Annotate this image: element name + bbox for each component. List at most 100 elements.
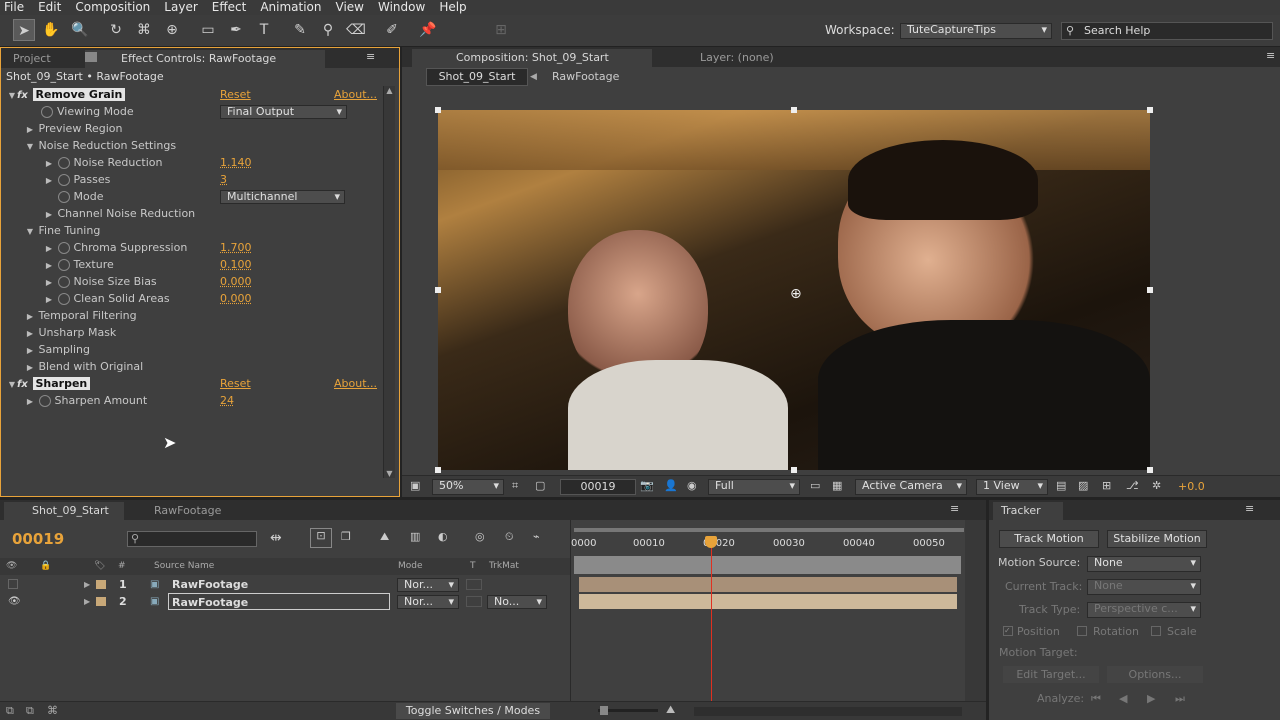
- viewing-mode-dropdown[interactable]: Final Output: [220, 105, 347, 119]
- camera-dropdown[interactable]: Active Camera: [855, 479, 967, 495]
- visibility-toggle[interactable]: [8, 579, 18, 589]
- passes-value[interactable]: 3: [220, 171, 227, 188]
- effect-remove-grain[interactable]: ▼ fx Remove Grain: [7, 86, 383, 103]
- layer-mode-dropdown[interactable]: Nor...: [397, 595, 459, 609]
- chroma-suppression-value[interactable]: 1.700: [220, 239, 252, 256]
- sharpen-amount-value[interactable]: 24: [220, 392, 234, 409]
- preview-region-icon[interactable]: ▣: [410, 479, 420, 492]
- trkmat-dropdown[interactable]: No...: [487, 595, 547, 609]
- layer-switches-icon[interactable]: ⧉: [6, 704, 14, 718]
- exposure-value[interactable]: +0.0: [1178, 480, 1205, 493]
- workspace-dropdown[interactable]: TuteCaptureTips: [900, 23, 1052, 39]
- preserve-transparency-toggle[interactable]: [466, 579, 482, 590]
- motion-blur-icon[interactable]: ◐: [438, 530, 448, 543]
- resolution-dropdown[interactable]: Full: [708, 479, 800, 495]
- scale-checkbox[interactable]: [1151, 626, 1161, 636]
- analyze-back-frame-icon[interactable]: ◀: [1119, 692, 1127, 705]
- scrollbar[interactable]: ▲ ▼: [383, 86, 395, 478]
- layer-name-selected[interactable]: RawFootage: [168, 593, 390, 610]
- channel-noise-reduction-row[interactable]: ▶ Channel Noise Reduction: [44, 205, 195, 222]
- reset-button[interactable]: Reset: [220, 375, 251, 392]
- handle-bm[interactable]: [791, 467, 797, 473]
- roto-brush-icon[interactable]: ✐: [381, 19, 403, 41]
- current-track-dropdown[interactable]: None: [1087, 579, 1201, 595]
- handle-mr[interactable]: [1147, 287, 1153, 293]
- layer-search-input[interactable]: [127, 531, 257, 547]
- timeline-scrollbar[interactable]: [965, 520, 986, 720]
- work-area-bar[interactable]: [574, 528, 964, 532]
- brush-tool-icon[interactable]: ✎: [289, 19, 311, 41]
- texture-value[interactable]: 0.100: [220, 256, 252, 273]
- region-of-interest-icon[interactable]: ▭: [810, 479, 820, 492]
- stopwatch-icon[interactable]: [57, 242, 70, 254]
- stopwatch-icon[interactable]: [57, 191, 70, 203]
- channels-icon[interactable]: ◉: [687, 479, 697, 492]
- rotation-checkbox[interactable]: [1077, 626, 1087, 636]
- menu-composition[interactable]: Composition: [75, 0, 150, 15]
- composition-viewer[interactable]: ⊕: [438, 110, 1150, 470]
- type-tool-icon[interactable]: T: [253, 19, 275, 41]
- noise-size-bias-value[interactable]: 0.000: [220, 273, 252, 290]
- handle-tr[interactable]: [1147, 107, 1153, 113]
- composition-mini-flowchart-icon[interactable]: ⇹: [270, 530, 282, 546]
- menu-file[interactable]: File: [4, 0, 24, 15]
- analyze-forward-all-icon[interactable]: ⏭: [1175, 692, 1185, 706]
- eraser-tool-icon[interactable]: ⌫: [345, 19, 367, 41]
- menu-help[interactable]: Help: [439, 0, 466, 15]
- analyze-back-all-icon[interactable]: ⏮: [1091, 692, 1101, 706]
- current-time-display[interactable]: 00019: [12, 530, 64, 548]
- pen-tool-icon[interactable]: ✒: [225, 19, 247, 41]
- handle-br[interactable]: [1147, 467, 1153, 473]
- view-layout-dropdown[interactable]: 1 View: [976, 479, 1048, 495]
- menu-effect[interactable]: Effect: [212, 0, 247, 15]
- rectangle-tool-icon[interactable]: ▭: [197, 19, 219, 41]
- grid-icon[interactable]: ⌗: [512, 479, 518, 493]
- transparency-grid-icon[interactable]: ▦: [832, 479, 842, 492]
- label-color-icon[interactable]: [96, 597, 106, 606]
- edit-target-button[interactable]: Edit Target...: [1003, 666, 1099, 683]
- blend-with-original-row[interactable]: ▶ Blend with Original: [25, 358, 143, 375]
- exposure-reset-icon[interactable]: ✲: [1152, 479, 1161, 492]
- tab-composition[interactable]: Composition: Shot_09_Start: [412, 49, 652, 67]
- options-button[interactable]: Options...: [1107, 666, 1203, 683]
- stopwatch-icon[interactable]: [38, 395, 51, 407]
- layer-row[interactable]: 👁 ▶ 2 ▣ RawFootage Nor... No...: [0, 593, 570, 610]
- stopwatch-icon[interactable]: [57, 259, 70, 271]
- graph-editor-icon[interactable]: ⌁: [533, 530, 540, 543]
- track-type-dropdown[interactable]: Perspective c...: [1087, 602, 1201, 618]
- stopwatch-icon[interactable]: [57, 174, 70, 186]
- tab-project[interactable]: Project: [5, 50, 59, 68]
- expand-triangle-icon[interactable]: ▶: [84, 593, 90, 610]
- stopwatch-icon[interactable]: [57, 293, 70, 305]
- tab-shot-09-start[interactable]: Shot_09_Start: [4, 502, 124, 520]
- clean-solid-areas-value[interactable]: 0.000: [220, 290, 252, 307]
- flowchart-icon[interactable]: ⎇: [1126, 479, 1139, 492]
- zoom-slider-handle[interactable]: [600, 706, 608, 715]
- rotation-tool-icon[interactable]: ↻: [105, 19, 127, 41]
- stopwatch-icon[interactable]: [41, 106, 53, 118]
- position-checkbox[interactable]: ✓: [1003, 626, 1013, 636]
- timeline-icon[interactable]: ⊞: [1102, 479, 1111, 492]
- preview-region-row[interactable]: ▶ Preview Region: [25, 120, 123, 137]
- track-motion-button[interactable]: Track Motion: [999, 530, 1099, 548]
- tab-effect-controls[interactable]: Effect Controls: RawFootage: [85, 50, 325, 68]
- puppet-pin-icon[interactable]: 📌: [417, 19, 439, 41]
- tab-rawfootage[interactable]: RawFootage: [136, 502, 229, 520]
- unsharp-mask-row[interactable]: ▶ Unsharp Mask: [25, 324, 116, 341]
- reset-button[interactable]: Reset: [220, 86, 251, 103]
- stopwatch-icon[interactable]: [57, 157, 70, 169]
- brainstorm-icon[interactable]: ◎: [475, 530, 485, 543]
- motion-source-dropdown[interactable]: None: [1087, 556, 1201, 572]
- panel-close-icon[interactable]: [85, 52, 97, 62]
- live-update-icon[interactable]: ⊡: [310, 528, 332, 548]
- tab-layer[interactable]: Layer: (none): [692, 49, 782, 67]
- layer-bar-2[interactable]: [579, 594, 957, 609]
- camera-orbit-icon[interactable]: ⌘: [133, 19, 155, 41]
- menu-view[interactable]: View: [336, 0, 364, 15]
- panel-menu-icon[interactable]: ≡: [1245, 502, 1254, 515]
- draft-3d-icon[interactable]: ❒: [341, 530, 351, 543]
- snapshot-icon[interactable]: 📷: [640, 479, 654, 492]
- handle-tl[interactable]: [435, 107, 441, 113]
- playhead-handle-icon[interactable]: [705, 536, 717, 548]
- layer-mode-dropdown[interactable]: Nor...: [397, 578, 459, 592]
